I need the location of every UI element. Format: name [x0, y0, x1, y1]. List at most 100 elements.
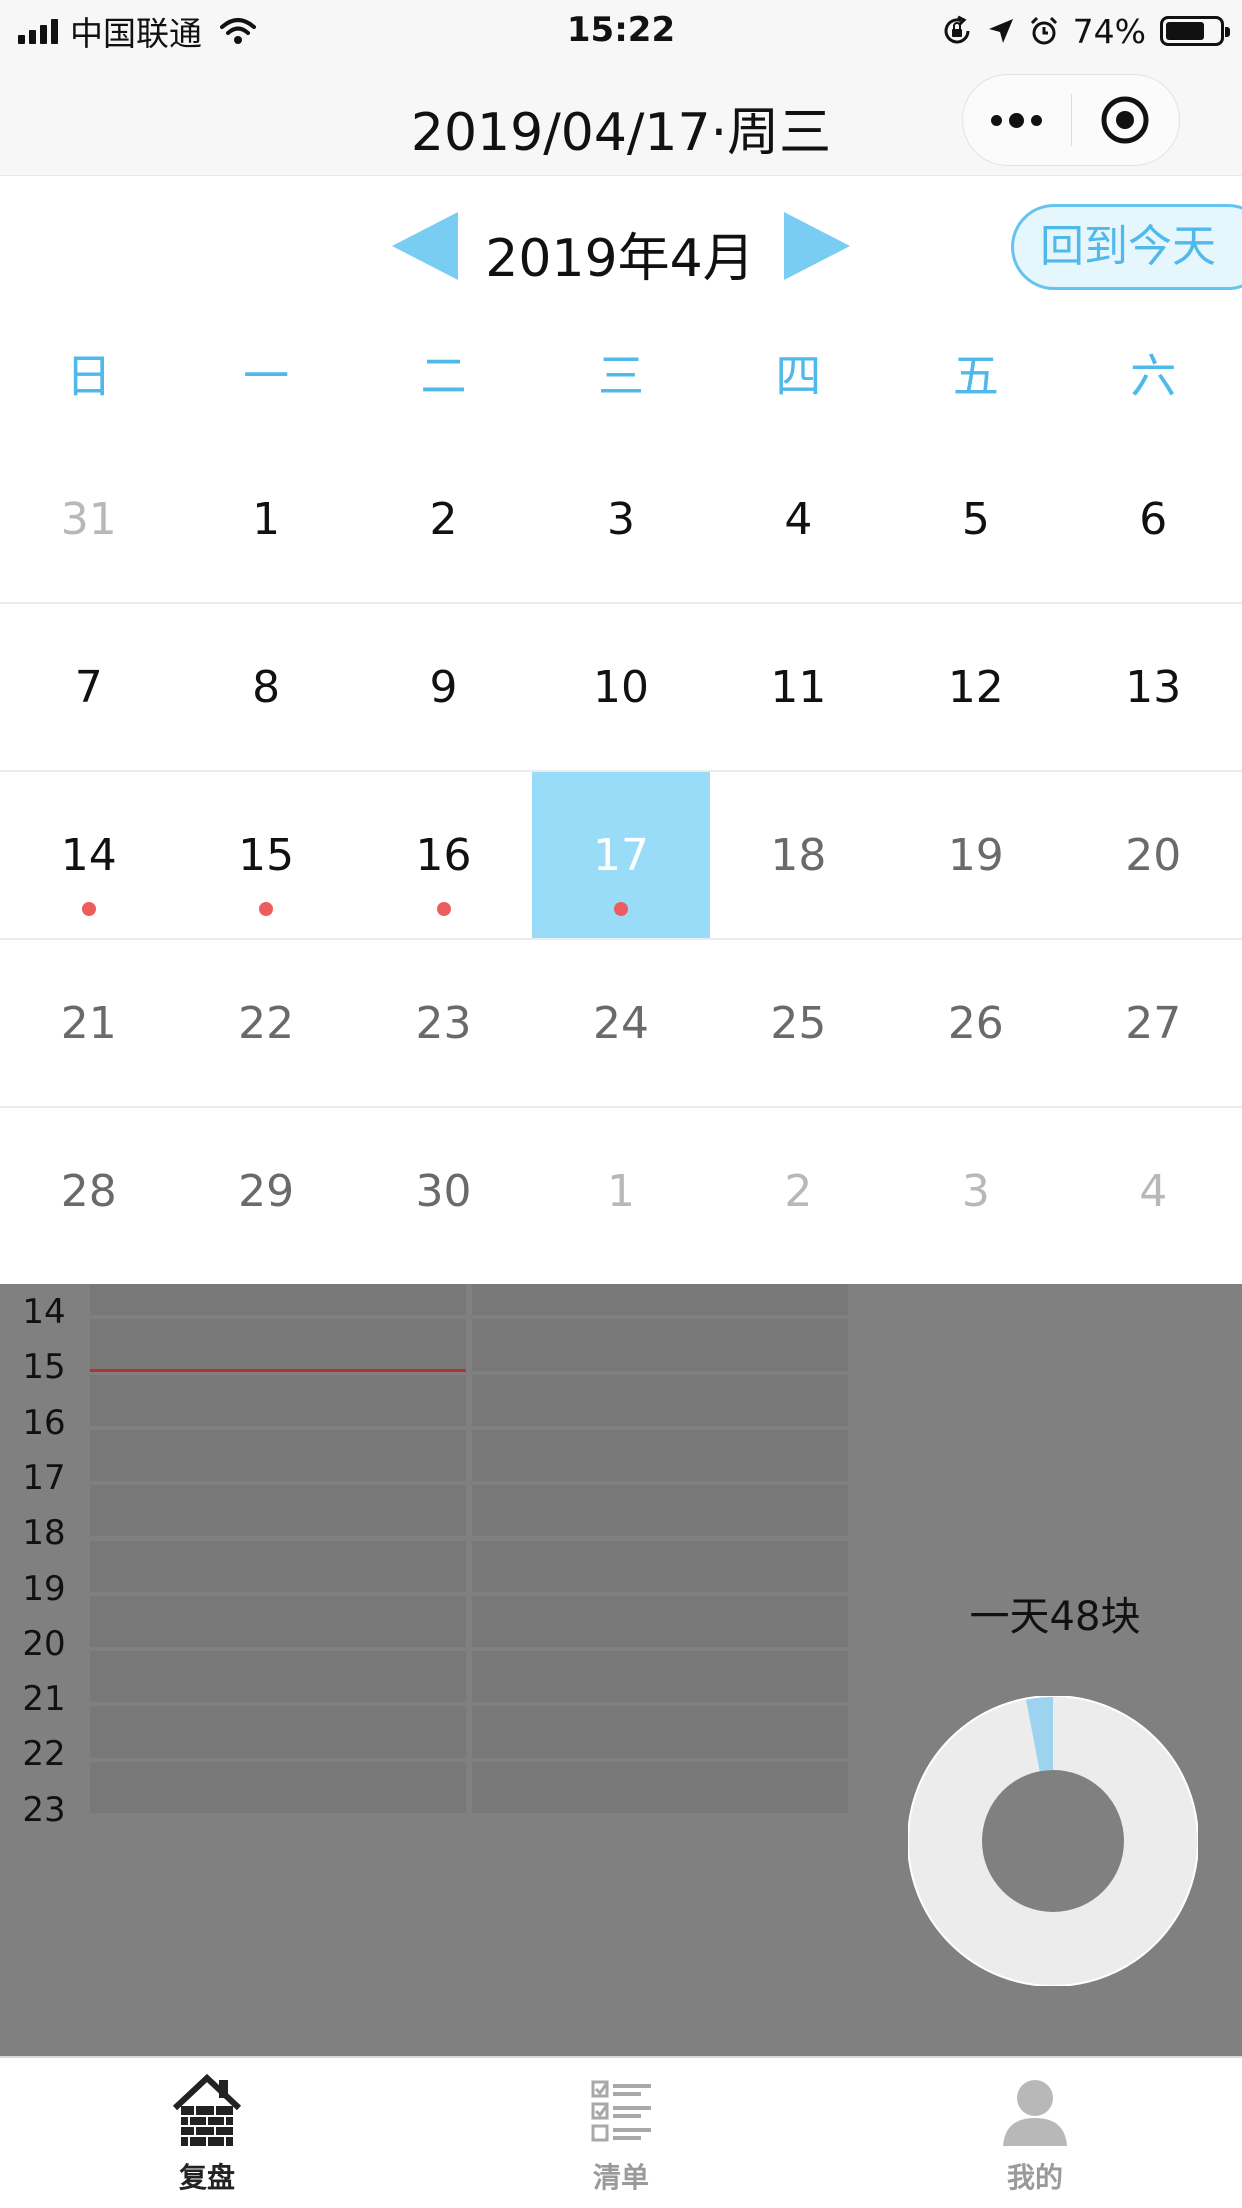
- date-cell[interactable]: 1: [177, 436, 354, 602]
- battery-percent: 74%: [1072, 11, 1146, 51]
- date-cell[interactable]: 23: [355, 940, 532, 1106]
- hour-label: 17: [22, 1457, 66, 1498]
- date-cell[interactable]: 9: [355, 604, 532, 770]
- time-slot-block[interactable]: [90, 1540, 466, 1592]
- date-cell[interactable]: 3: [887, 1108, 1064, 1276]
- week-row-5: 28 29 30 1 2 3 4: [0, 1108, 1242, 1276]
- house-bricks-icon: [172, 2073, 242, 2146]
- status-bar: 中国联通 15:22 74%: [0, 0, 1242, 62]
- date-cell[interactable]: 26: [887, 940, 1064, 1106]
- week-row-1: 31 1 2 3 4 5 6: [0, 436, 1242, 604]
- date-cell[interactable]: 2: [710, 1108, 887, 1276]
- hour-label: 18: [22, 1513, 66, 1554]
- time-slot-block[interactable]: [472, 1540, 848, 1592]
- current-time-line: [90, 1368, 466, 1372]
- date-cell[interactable]: 27: [1065, 940, 1242, 1106]
- date-number: 14: [60, 830, 117, 881]
- daily-quota-label: 一天48块: [969, 1594, 1141, 1640]
- mini-program-capsule: [962, 74, 1180, 166]
- alarm-icon: [1030, 16, 1057, 45]
- weekday-header: 日 一 二 三 四 五 六: [0, 316, 1242, 436]
- time-slot-block[interactable]: [472, 1319, 848, 1371]
- prev-month-button[interactable]: [392, 212, 458, 280]
- date-number: 16: [415, 830, 472, 881]
- date-cell-selected[interactable]: 17: [532, 772, 710, 938]
- time-slot-block[interactable]: [472, 1651, 848, 1703]
- date-cell[interactable]: 31: [0, 436, 177, 602]
- date-cell[interactable]: 8: [177, 604, 354, 770]
- date-number: 17: [592, 830, 649, 881]
- date-cell[interactable]: 13: [1065, 604, 1242, 770]
- usage-donut-chart: [908, 1696, 1198, 1986]
- date-cell[interactable]: 24: [532, 940, 709, 1106]
- date-cell[interactable]: 18: [710, 772, 887, 938]
- tab-label: 我的: [1006, 2161, 1063, 2194]
- back-to-today-button[interactable]: 回到今天: [1011, 204, 1242, 290]
- date-cell[interactable]: 25: [710, 940, 887, 1106]
- time-slot-block[interactable]: [90, 1761, 466, 1813]
- time-slot-block[interactable]: [472, 1761, 848, 1813]
- time-slot-block[interactable]: [90, 1284, 466, 1316]
- record-dot: [436, 902, 451, 916]
- weekday-mon: 一: [243, 349, 290, 403]
- time-slot-block[interactable]: [472, 1284, 848, 1316]
- time-slot-block[interactable]: [90, 1319, 466, 1371]
- next-month-button[interactable]: [784, 212, 850, 280]
- date-cell[interactable]: 29: [177, 1108, 354, 1276]
- time-slot-block[interactable]: [90, 1485, 466, 1537]
- close-button[interactable]: [1072, 74, 1180, 166]
- date-cell[interactable]: 14: [0, 772, 177, 938]
- tab-list[interactable]: 清单: [414, 2058, 828, 2208]
- date-cell[interactable]: 11: [710, 604, 887, 770]
- week-row-3: 14 15 16 17 18 19 20: [0, 772, 1242, 940]
- time-slot-block[interactable]: [472, 1706, 848, 1758]
- location-icon: [988, 19, 1013, 43]
- date-cell[interactable]: 22: [177, 940, 354, 1106]
- rotation-lock-icon: [944, 15, 970, 44]
- more-button[interactable]: [963, 74, 1071, 166]
- weekday-fri: 五: [952, 349, 999, 403]
- weekday-sun: 日: [65, 349, 112, 403]
- weekday-sat: 六: [1130, 349, 1177, 403]
- date-cell[interactable]: 4: [710, 436, 887, 602]
- hour-label: 20: [22, 1623, 66, 1664]
- tab-me[interactable]: 我的: [828, 2058, 1242, 2208]
- time-slot-block[interactable]: [472, 1595, 848, 1648]
- date-cell[interactable]: 6: [1065, 436, 1242, 602]
- tab-label: 复盘: [178, 2161, 235, 2194]
- date-cell[interactable]: 28: [0, 1108, 177, 1276]
- date-cell[interactable]: 21: [0, 940, 177, 1106]
- time-slot-block[interactable]: [90, 1651, 466, 1703]
- hour-label: 23: [22, 1789, 66, 1830]
- schedule-overlay[interactable]: 14 15 16 17 18 19 20 21 22 23 一天48块: [0, 1284, 1242, 2056]
- battery-icon: [1160, 16, 1230, 46]
- weekday-wed: 三: [597, 349, 644, 403]
- date-cell[interactable]: 30: [355, 1108, 532, 1276]
- time-slot-block[interactable]: [90, 1429, 466, 1482]
- record-dot: [81, 902, 96, 916]
- date-cell[interactable]: 19: [887, 772, 1064, 938]
- more-dots-icon: [991, 112, 1043, 128]
- date-cell[interactable]: 1: [532, 1108, 709, 1276]
- date-cell[interactable]: 16: [355, 772, 532, 938]
- date-cell[interactable]: 3: [532, 436, 709, 602]
- date-cell[interactable]: 7: [0, 604, 177, 770]
- date-cell[interactable]: 5: [887, 436, 1064, 602]
- date-cell[interactable]: 20: [1065, 772, 1242, 938]
- date-cell[interactable]: 12: [887, 604, 1064, 770]
- date-cell[interactable]: 2: [355, 436, 532, 602]
- time-slot-block[interactable]: [472, 1374, 848, 1426]
- time-slot-block[interactable]: [472, 1485, 848, 1537]
- target-close-icon: [1101, 96, 1149, 144]
- time-slot-block[interactable]: [90, 1595, 466, 1648]
- tab-label: 清单: [592, 2161, 649, 2194]
- tab-review[interactable]: 复盘: [0, 2058, 414, 2208]
- time-slot-block[interactable]: [472, 1429, 848, 1482]
- date-cell[interactable]: 15: [177, 772, 354, 938]
- date-cell[interactable]: 10: [532, 604, 709, 770]
- time-slot-block[interactable]: [90, 1706, 466, 1758]
- hour-label: 19: [22, 1568, 66, 1609]
- nav-bar: 2019/04/17·周三: [0, 62, 1242, 176]
- time-slot-block[interactable]: [90, 1374, 466, 1426]
- date-cell[interactable]: 4: [1065, 1108, 1242, 1276]
